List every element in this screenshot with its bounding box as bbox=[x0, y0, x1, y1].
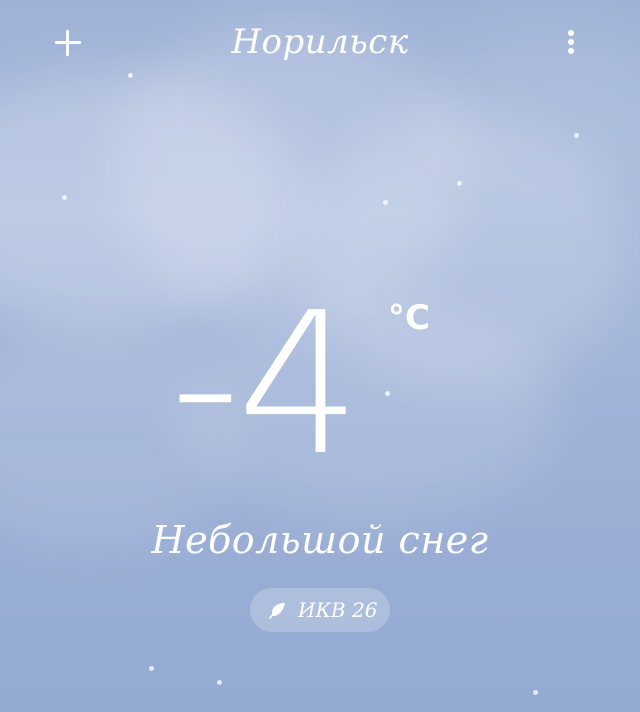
temperature-unit: °C bbox=[388, 298, 430, 338]
snowflake bbox=[574, 133, 579, 138]
add-city-button[interactable] bbox=[50, 25, 86, 61]
temperature-value: -4 bbox=[170, 271, 361, 499]
city-title: Норильск bbox=[231, 22, 409, 62]
more-options-button[interactable] bbox=[556, 24, 586, 60]
air-quality-label: ИКВ 26 bbox=[298, 598, 378, 622]
leaf-icon bbox=[269, 603, 285, 619]
snowflake bbox=[217, 680, 222, 685]
vertical-dots-icon bbox=[568, 39, 574, 45]
snowflake bbox=[62, 195, 67, 200]
snowflake bbox=[457, 181, 462, 186]
snowflake bbox=[383, 200, 388, 205]
vertical-dots-icon bbox=[568, 48, 574, 54]
weather-condition: Небольшой снег bbox=[151, 518, 489, 562]
top-bar: Норильск bbox=[0, 0, 640, 90]
current-temperature: -4 °C bbox=[170, 271, 490, 499]
air-quality-badge[interactable]: ИКВ 26 bbox=[250, 588, 390, 632]
snowflake bbox=[149, 666, 154, 671]
vertical-dots-icon bbox=[568, 30, 574, 36]
snowflake bbox=[533, 690, 538, 695]
